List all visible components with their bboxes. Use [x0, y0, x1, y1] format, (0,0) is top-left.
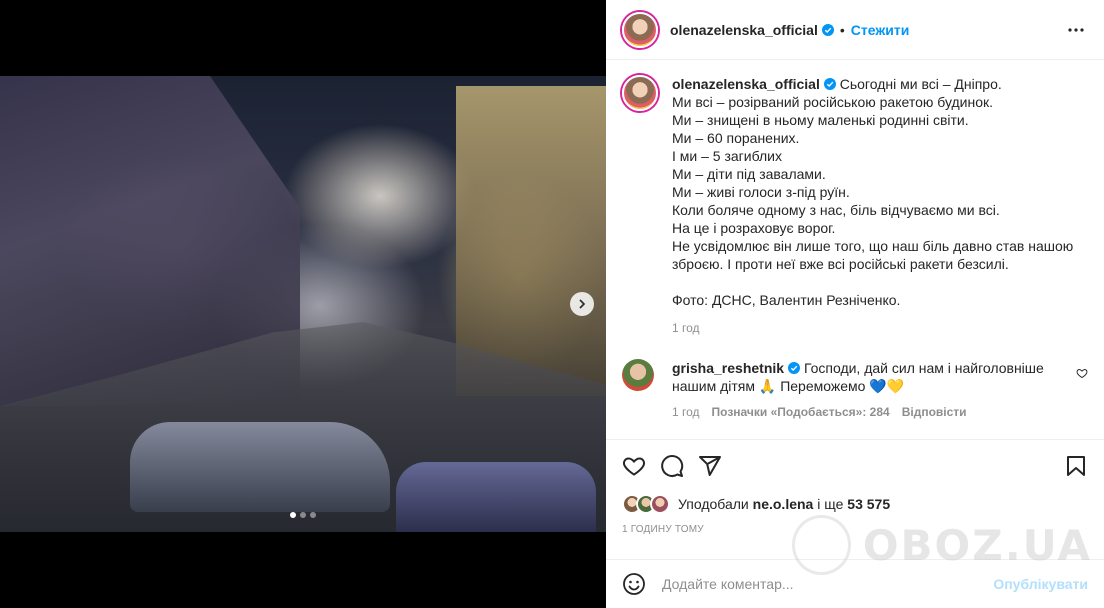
caption-line: Коли боляче одному з нас, біль відчуваєм… — [672, 202, 1000, 218]
carousel-dot — [310, 512, 316, 518]
likes-middle: і ще — [817, 496, 844, 512]
reply-button[interactable]: Відповісти — [902, 403, 967, 421]
caption-line: Ми – діти під завалами. — [672, 166, 826, 182]
publish-button[interactable]: Опублікувати — [993, 576, 1088, 592]
caption-line: Фото: ДСНС, Валентин Резніченко. — [672, 292, 901, 308]
action-icons — [622, 452, 1088, 480]
likes-summary: Уподобали ne.o.lena і ще 53 575 — [622, 494, 1088, 514]
post-username[interactable]: olenazelenska_official — [670, 22, 818, 38]
likes-prefix: Уподобали — [678, 496, 749, 512]
verified-badge-icon — [788, 362, 801, 374]
comment-meta: 1 год Позначки «Подобається»: 284 Відпов… — [672, 403, 1072, 421]
chevron-right-icon — [579, 299, 586, 309]
photo-car — [396, 462, 596, 532]
liker-avatars — [622, 494, 670, 514]
caption-line — [672, 273, 1088, 291]
more-options-button[interactable] — [1064, 18, 1088, 42]
caption-line: Ми – 60 поранених. — [672, 130, 800, 146]
caption-line: Ми – знищені в ньому маленькі родинні св… — [672, 112, 969, 128]
avatar[interactable] — [622, 359, 654, 391]
share-paper-plane-icon[interactable] — [698, 454, 722, 478]
caption-body: olenazelenska_official Сьогодні ми всі –… — [672, 75, 1088, 337]
caption-text: olenazelenska_official Сьогодні ми всі –… — [672, 75, 1088, 309]
photo-car — [130, 422, 390, 512]
comment-text-row: grisha_reshetnik Господи, дай сил нам і … — [672, 359, 1072, 395]
save-bookmark-icon[interactable] — [1064, 454, 1088, 478]
liker-username[interactable]: ne.o.lena — [753, 496, 814, 512]
comment-body: grisha_reshetnik Господи, дай сил нам і … — [672, 359, 1072, 421]
media-area — [0, 0, 606, 608]
avatar — [650, 494, 670, 514]
comment-item: grisha_reshetnik Господи, дай сил нам і … — [622, 359, 1088, 421]
post-actions: Уподобали ne.o.lena і ще 53 575 1 годину… — [606, 439, 1104, 535]
likes-count[interactable]: 53 575 — [847, 496, 890, 512]
caption-line: І ми – 5 загиблих — [672, 148, 782, 164]
caption-line: Ми – живі голоси з-під руїн. — [672, 184, 850, 200]
caption-username[interactable]: olenazelenska_official — [672, 76, 820, 92]
carousel-dot-active — [290, 512, 296, 518]
comment-timestamp[interactable]: 1 год — [672, 403, 700, 421]
comment-username[interactable]: grisha_reshetnik — [672, 360, 784, 376]
like-comment-heart-icon[interactable] — [1076, 367, 1088, 379]
carousel-next-button[interactable] — [570, 292, 594, 316]
avatar[interactable] — [622, 11, 658, 48]
caption-line: На це і розраховує ворог. — [672, 220, 836, 236]
comment-likes-count[interactable]: Позначки «Подобається»: 284 — [712, 403, 890, 421]
post-details-panel: olenazelenska_official • Стежити olenaze… — [606, 0, 1104, 608]
avatar[interactable] — [622, 75, 658, 111]
caption-line: Не усвідомлює він лише того, що наш біль… — [672, 238, 1074, 272]
photo-building-right — [456, 86, 606, 396]
caption-timestamp[interactable]: 1 год — [672, 319, 1088, 337]
post-time-ago[interactable]: 1 годину тому — [622, 524, 1088, 535]
post-header: olenazelenska_official • Стежити — [606, 0, 1104, 60]
add-comment-bar: Опублікувати — [606, 559, 1104, 608]
like-heart-icon[interactable] — [622, 454, 646, 478]
comments-section: olenazelenska_official Сьогодні ми всі –… — [606, 61, 1104, 439]
post-photo — [0, 76, 606, 532]
follow-button[interactable]: Стежити — [851, 22, 910, 38]
separator-dot: • — [839, 21, 845, 38]
verified-badge-icon — [821, 23, 834, 36]
comment-bubble-icon[interactable] — [660, 454, 684, 478]
caption-line: olenazelenska_official Сьогодні ми всі –… — [672, 75, 1088, 93]
post-caption: olenazelenska_official Сьогодні ми всі –… — [622, 75, 1088, 337]
caption-line-text: Сьогодні ми всі – Дніпро. — [839, 76, 1002, 92]
caption-line: Ми всі – розірваний російською ракетою б… — [672, 94, 994, 110]
carousel-dot — [300, 512, 306, 518]
verified-badge-icon — [823, 78, 836, 90]
emoji-smiley-icon[interactable] — [622, 572, 646, 596]
comment-input[interactable] — [662, 576, 994, 592]
more-horizontal-icon — [1068, 27, 1084, 32]
carousel-indicator — [290, 512, 316, 518]
